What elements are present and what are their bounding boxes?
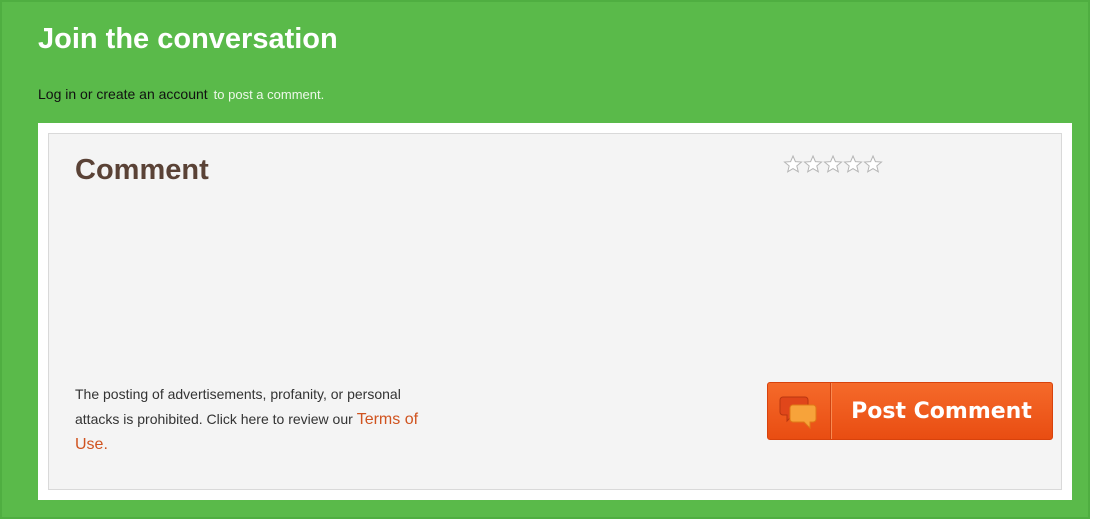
- star-rating[interactable]: [783, 154, 883, 174]
- speech-bubbles-icon: [768, 383, 831, 439]
- join-conversation-panel: Join the conversation Log in or create a…: [0, 0, 1090, 519]
- login-suffix-text: to post a comment.: [213, 87, 325, 102]
- star-icon[interactable]: [783, 154, 803, 174]
- login-link[interactable]: Log in or create an account: [38, 86, 208, 102]
- posting-disclaimer: The posting of advertisements, profanity…: [75, 382, 435, 457]
- star-icon[interactable]: [843, 154, 863, 174]
- comment-form: Comment The posting of advertisements, p…: [38, 123, 1072, 500]
- post-comment-button[interactable]: Post Comment: [767, 382, 1053, 440]
- disclaimer-text: The posting of advertisements, profanity…: [75, 386, 401, 427]
- post-comment-label: Post Comment: [851, 398, 1032, 424]
- star-icon[interactable]: [863, 154, 883, 174]
- star-icon[interactable]: [803, 154, 823, 174]
- star-icon[interactable]: [823, 154, 843, 174]
- comment-form-body: Comment The posting of advertisements, p…: [48, 133, 1062, 490]
- login-prompt: Log in or create an account to post a com…: [38, 84, 324, 105]
- panel-title: Join the conversation: [38, 23, 338, 55]
- comment-heading: Comment: [75, 154, 209, 186]
- comment-textarea[interactable]: [75, 200, 1029, 364]
